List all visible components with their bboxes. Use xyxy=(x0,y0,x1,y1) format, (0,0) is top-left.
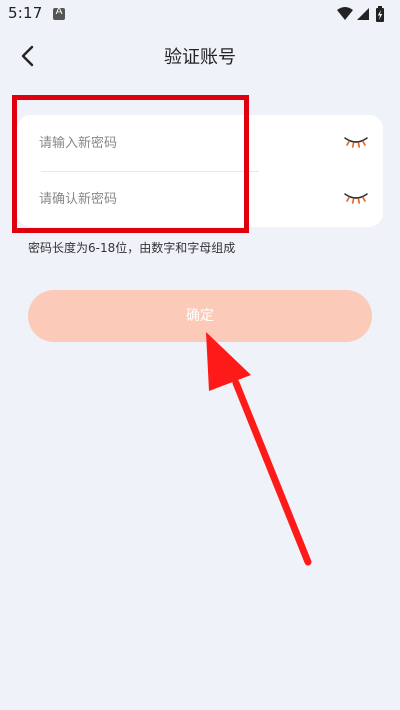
notification-a-letter: A xyxy=(55,6,63,17)
wifi-icon xyxy=(337,7,353,20)
battery-charging-icon xyxy=(376,6,384,22)
notification-a-icon: A xyxy=(53,6,65,20)
eye-closed-icon xyxy=(344,137,368,148)
status-bar: 5:17 A xyxy=(0,0,400,28)
annotation-highlight-box xyxy=(12,95,249,233)
status-time: 5:17 xyxy=(8,4,43,22)
password-rule-hint: 密码长度为6-18位，由数字和字母组成 xyxy=(28,241,236,255)
eye-closed-icon xyxy=(344,193,368,204)
status-icons xyxy=(336,5,392,23)
signal-icon xyxy=(357,8,369,20)
header: 验证账号 xyxy=(0,28,400,84)
confirm-button[interactable]: 确定 xyxy=(28,290,372,342)
page-title: 验证账号 xyxy=(164,47,236,68)
confirm-password-visibility-toggle[interactable] xyxy=(343,189,369,207)
new-password-visibility-toggle[interactable] xyxy=(343,133,369,151)
